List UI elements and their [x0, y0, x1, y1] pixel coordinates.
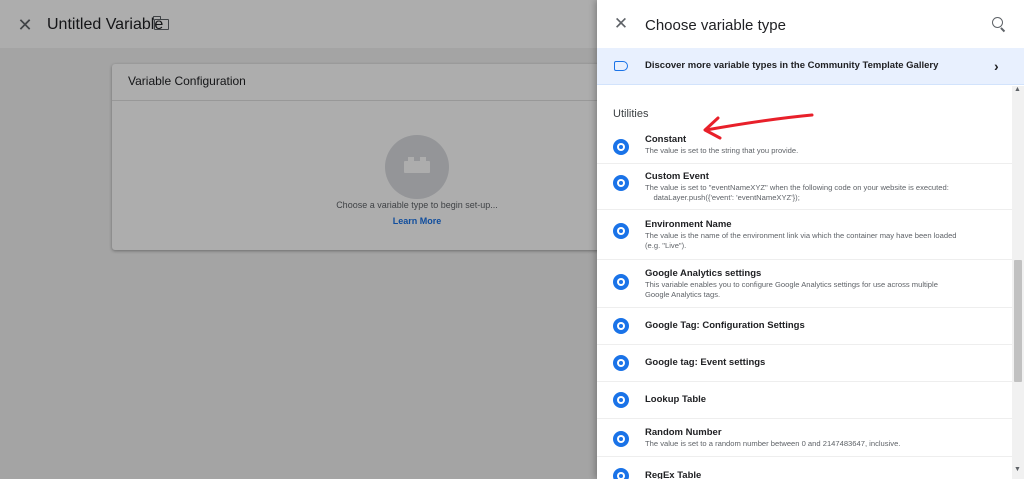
item-name: RegEx Table — [645, 470, 702, 479]
variable-type-google-tag-configuration[interactable]: Google Tag: Configuration Settings — [597, 308, 1012, 345]
variable-type-google-tag-event-settings[interactable]: Google tag: Event settings — [597, 345, 1012, 382]
scroll-thumb[interactable] — [1014, 260, 1022, 382]
gear-icon — [613, 318, 629, 334]
item-desc: The value is set to "eventNameXYZ" when … — [645, 183, 949, 202]
scroll-down-icon[interactable]: ▼ — [1014, 466, 1022, 474]
item-desc: The value is the name of the environment… — [645, 231, 957, 250]
gear-icon — [613, 223, 629, 239]
tag-icon — [614, 61, 628, 71]
variable-type-custom-event[interactable]: Custom Event The value is set to "eventN… — [597, 164, 1012, 210]
item-desc: The value is set to a random number betw… — [645, 439, 901, 448]
item-name: Lookup Table — [645, 394, 707, 405]
scrollbar[interactable]: ▲ ▼ — [1012, 86, 1024, 479]
item-name: Environment Name — [645, 219, 732, 230]
drawer-title: Choose variable type — [645, 17, 786, 34]
annotation-arrow-icon — [703, 113, 814, 140]
item-desc: The value is set to the string that you … — [645, 146, 799, 155]
gear-icon — [613, 355, 629, 371]
gear-icon — [613, 431, 629, 447]
chevron-right-icon: › — [994, 58, 999, 74]
gear-icon — [613, 274, 629, 290]
community-gallery-banner[interactable]: Discover more variable types in the Comm… — [597, 48, 1024, 85]
item-name: Google Tag: Configuration Settings — [645, 320, 805, 331]
drawer-header: ✕ Choose variable type — [597, 0, 1024, 48]
gear-icon — [613, 392, 629, 408]
gear-icon — [613, 468, 629, 479]
item-name: Custom Event — [645, 171, 709, 182]
item-name: Constant — [645, 134, 687, 145]
gear-icon — [613, 139, 629, 155]
scroll-up-icon[interactable]: ▲ — [1014, 86, 1022, 94]
close-icon[interactable]: ✕ — [613, 15, 629, 32]
variable-type-random-number[interactable]: Random Number The value is set to a rand… — [597, 419, 1012, 457]
choose-variable-type-drawer: ✕ Choose variable type Discover more var… — [597, 0, 1024, 479]
gear-icon — [613, 175, 629, 191]
variable-type-regex-table[interactable]: RegEx Table — [597, 457, 1012, 479]
banner-text: Discover more variable types in the Comm… — [645, 60, 939, 71]
section-title-utilities: Utilities — [613, 108, 649, 120]
search-icon[interactable] — [992, 17, 1006, 31]
variable-type-environment-name[interactable]: Environment Name The value is the name o… — [597, 210, 1012, 260]
variable-type-lookup-table[interactable]: Lookup Table — [597, 382, 1012, 419]
item-name: Google Analytics settings — [645, 268, 762, 279]
variable-type-google-analytics-settings[interactable]: Google Analytics settings This variable … — [597, 260, 1012, 308]
item-name: Google tag: Event settings — [645, 357, 766, 368]
item-name: Random Number — [645, 427, 722, 438]
item-desc: This variable enables you to configure G… — [645, 280, 938, 299]
